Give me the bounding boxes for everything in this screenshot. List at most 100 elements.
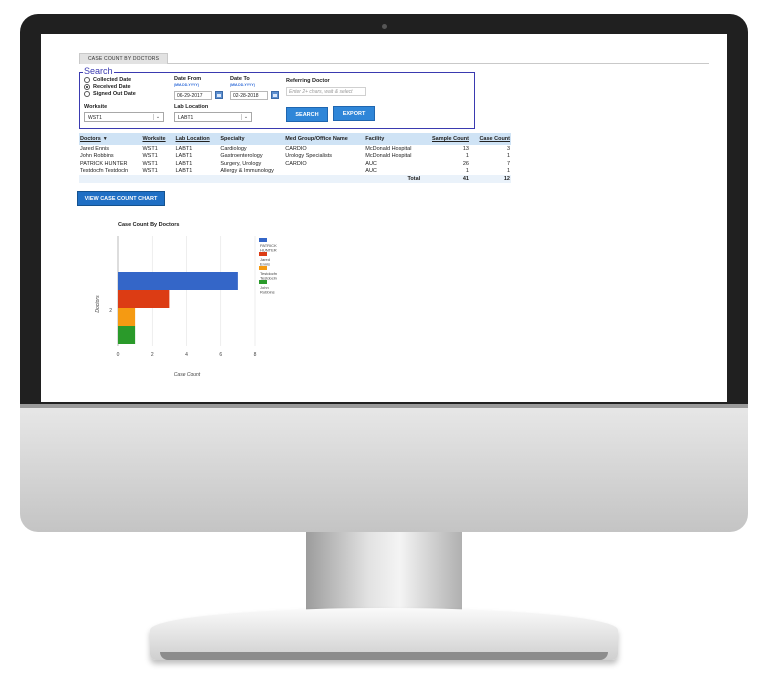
chart-x-tick-label: 6 [219, 352, 222, 358]
cell-case-count: 7 [469, 160, 511, 168]
radio-signed-out-date[interactable]: Signed Out Date [84, 91, 136, 97]
lab-location-label: Lab Location [174, 104, 209, 110]
date-from-label: Date From [174, 76, 202, 82]
monitor-chin [20, 404, 748, 532]
date-to-format: (MM-DD-YYYY) [230, 83, 255, 87]
camera-icon [382, 24, 387, 29]
date-to-label: Date To [230, 76, 250, 82]
chart-y-tick-label: 2 [109, 308, 112, 314]
chart-legend-label: Ennis [260, 262, 270, 267]
column-header-doctors[interactable]: Doctors ▼ [79, 133, 142, 145]
chart-bar [118, 308, 136, 326]
view-chart-button[interactable]: VIEW CASE COUNT CHART [77, 191, 165, 206]
cell-case-count: 3 [469, 145, 511, 153]
table-row: PATRICK HUNTER WST1 LABT1 Surgery, Urolo… [79, 160, 511, 168]
cell-lab-location: LABT1 [174, 167, 220, 175]
chart-title: Case Count By Doctors [118, 222, 179, 228]
table-total-row: Total 41 12 [79, 175, 511, 183]
cell-doctor: Jared Ennis [79, 145, 142, 153]
radio-received-date[interactable]: Received Date [84, 84, 131, 90]
tab-row: CASE COUNT BY DOCTORS [79, 53, 709, 64]
referring-doctor-label: Referring Doctor [286, 78, 330, 84]
lab-location-value: LABT1 [178, 115, 194, 121]
cell-specialty: Gastroenterology [219, 152, 285, 160]
monitor-stand-neck [306, 532, 462, 612]
results-table: Doctors ▼ Worksite Lab Location Specialty… [79, 133, 511, 183]
cell-med-group: CARDIO [284, 145, 365, 153]
column-header-facility: Facility [364, 133, 422, 145]
cell-specialty: Allergy & Immunology [219, 167, 285, 175]
cell-facility: AUC [364, 167, 422, 175]
date-from-input[interactable]: 06-29-2017 [174, 91, 212, 100]
total-sample-count: 41 [421, 175, 470, 183]
case-count-chart: Case Count By Doctors 0 2 4 6 8 2 Doctors Case C… [95, 222, 277, 378]
table-row: Jared Ennis WST1 LABT1 Cardiology CARDIO… [79, 145, 511, 153]
cell-specialty: Surgery, Urology [219, 160, 285, 168]
cell-doctor: PATRICK HUNTER [79, 160, 142, 168]
cell-facility: McDonald Hospital [364, 152, 422, 160]
calendar-icon[interactable] [215, 91, 223, 99]
cell-worksite: WST1 [141, 145, 175, 153]
lab-location-select[interactable]: LABT1 ⌄ [174, 112, 252, 122]
radio-label: Signed Out Date [93, 91, 136, 97]
chart-legend-label: HUNTER [260, 248, 277, 253]
cell-doctor: John Robbins [79, 152, 142, 160]
chart-x-axis-label: Case Count [174, 372, 201, 378]
chart-bar [118, 272, 238, 290]
radio-icon [84, 77, 90, 83]
chart-x-tick-label: 2 [151, 352, 154, 358]
cell-lab-location: LABT1 [174, 145, 220, 153]
column-header-med-group: Med Group/Office Name [284, 133, 365, 145]
search-panel: Search Collected Date Received Date Sign… [79, 66, 475, 129]
cell-med-group: Urology Specialists [284, 152, 365, 160]
chart-legend-swatch [259, 238, 267, 242]
column-header-case-count[interactable]: Case Count [469, 133, 511, 145]
column-header-lab-location[interactable]: Lab Location [174, 133, 220, 145]
search-legend: Search [83, 66, 114, 76]
date-from-format: (MM-DD-YYYY) [174, 83, 199, 87]
worksite-select[interactable]: WST1 ⌄ [84, 112, 164, 122]
column-header-sample-count[interactable]: Sample Count [421, 133, 470, 145]
total-label: Total [364, 175, 422, 183]
referring-doctor-input[interactable]: Enter 2+ chars, wait & select [286, 87, 366, 96]
sort-down-icon: ▼ [102, 136, 108, 142]
chevron-down-icon: ⌄ [153, 114, 162, 120]
cell-sample-count: 1 [421, 152, 470, 160]
cell-sample-count: 13 [421, 145, 470, 153]
chart-x-tick-label: 0 [117, 352, 120, 358]
cell-specialty: Cardiology [219, 145, 285, 153]
monitor-stand-base-edge [160, 652, 608, 660]
cell-case-count: 1 [469, 167, 511, 175]
cell-med-group: CARDIO [284, 160, 365, 168]
chart-legend-swatch [259, 252, 267, 256]
radio-label: Collected Date [93, 77, 132, 83]
tab-case-count-by-doctors[interactable]: CASE COUNT BY DOCTORS [79, 53, 169, 64]
chart-x-tick-label: 8 [254, 352, 257, 358]
date-to-input[interactable]: 02-28-2018 [230, 91, 268, 100]
chart-bar [118, 290, 170, 308]
screen: CASE COUNT BY DOCTORS Search Collected D… [41, 34, 727, 402]
cell-sample-count: 26 [421, 160, 470, 168]
cell-doctor: Testdocfn Testdocln [79, 167, 142, 175]
chart-bar [118, 326, 136, 344]
total-case-count: 12 [469, 175, 511, 183]
cell-worksite: WST1 [141, 152, 175, 160]
cell-facility: McDonald Hospital [364, 145, 422, 153]
chart-legend-label: Robbins [260, 290, 275, 295]
column-header-worksite[interactable]: Worksite [141, 133, 175, 145]
cell-case-count: 1 [469, 152, 511, 160]
export-button[interactable]: EXPORT [333, 106, 375, 121]
radio-checked-icon [84, 84, 90, 90]
table-row: John Robbins WST1 LABT1 Gastroenterology… [79, 152, 511, 160]
search-button[interactable]: SEARCH [286, 107, 328, 122]
radio-label: Received Date [93, 84, 131, 90]
worksite-label: Worksite [84, 104, 108, 110]
column-header-specialty: Specialty [219, 133, 285, 145]
table-row: Testdocfn Testdocln WST1 LABT1 Allergy &… [79, 167, 511, 175]
calendar-icon[interactable] [271, 91, 279, 99]
chart-x-tick-label: 4 [185, 352, 188, 358]
chart-legend-swatch [259, 266, 267, 270]
chart-y-axis-label: Doctors [95, 295, 101, 313]
radio-collected-date[interactable]: Collected Date [84, 77, 131, 83]
cell-med-group [284, 167, 365, 175]
